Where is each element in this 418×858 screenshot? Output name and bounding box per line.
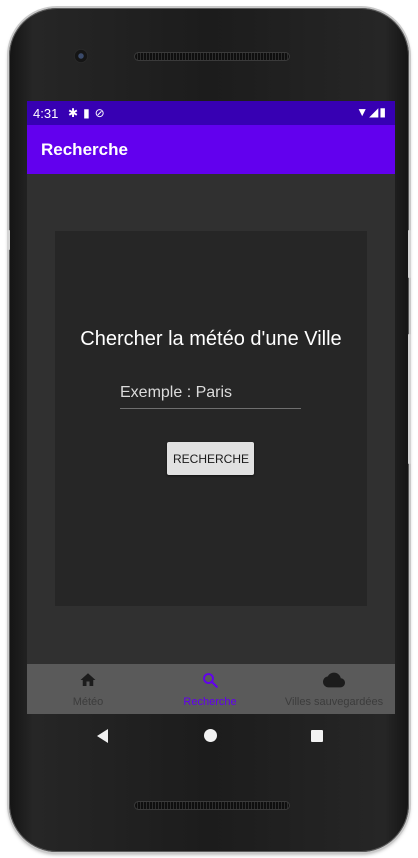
gear-icon: ✱ — [68, 106, 84, 120]
system-navigation-bar — [27, 714, 395, 758]
status-right-icons: ▼◢▮ — [356, 105, 387, 119]
city-search-input[interactable] — [120, 379, 301, 409]
nav-label-villes-sauvegardees: Villes sauvegardées — [284, 696, 384, 708]
top-speaker — [134, 52, 290, 61]
nav-item-villes-sauvegardees[interactable]: Villes sauvegardées — [273, 664, 395, 714]
status-bar: 4:31 ✱▮⊘ ▼◢▮ — [27, 101, 395, 125]
cloud-icon — [273, 671, 395, 689]
wifi-icon: ▼ — [356, 105, 370, 119]
search-heading: Chercher la météo d'une Ville — [80, 328, 342, 350]
nav-item-meteo[interactable]: Météo — [27, 664, 149, 714]
volume-button — [408, 334, 411, 464]
battery-icon: ▮ — [379, 105, 387, 119]
search-icon — [149, 671, 271, 689]
bottom-speaker — [134, 801, 290, 810]
nav-label-recherche: Recherche — [183, 696, 237, 708]
bottom-navigation: Météo Recherche Villes sauvegardées — [27, 664, 395, 714]
status-time: 4:31 — [33, 106, 59, 121]
app-bar-title: Recherche — [41, 140, 128, 159]
back-icon[interactable] — [97, 729, 108, 743]
home-circle-icon[interactable] — [204, 729, 217, 742]
search-panel: Chercher la météo d'une Ville RECHERCHE — [55, 231, 367, 606]
do-not-disturb-icon: ⊘ — [94, 106, 110, 120]
home-icon — [27, 671, 149, 689]
status-left-icons: ✱▮⊘ — [68, 106, 110, 120]
sd-card-icon: ▮ — [83, 106, 95, 120]
nav-label-meteo: Météo — [72, 696, 104, 708]
app-bar: Recherche — [27, 125, 395, 174]
power-button — [408, 230, 411, 278]
front-camera — [74, 49, 88, 63]
side-button-left — [7, 230, 10, 250]
device-screen: 4:31 ✱▮⊘ ▼◢▮ Recherche Chercher la météo… — [27, 101, 395, 714]
nav-item-recherche[interactable]: Recherche — [149, 664, 271, 714]
signal-icon: ◢ — [369, 105, 380, 119]
search-button[interactable]: RECHERCHE — [167, 442, 254, 475]
recents-icon[interactable] — [311, 730, 323, 742]
